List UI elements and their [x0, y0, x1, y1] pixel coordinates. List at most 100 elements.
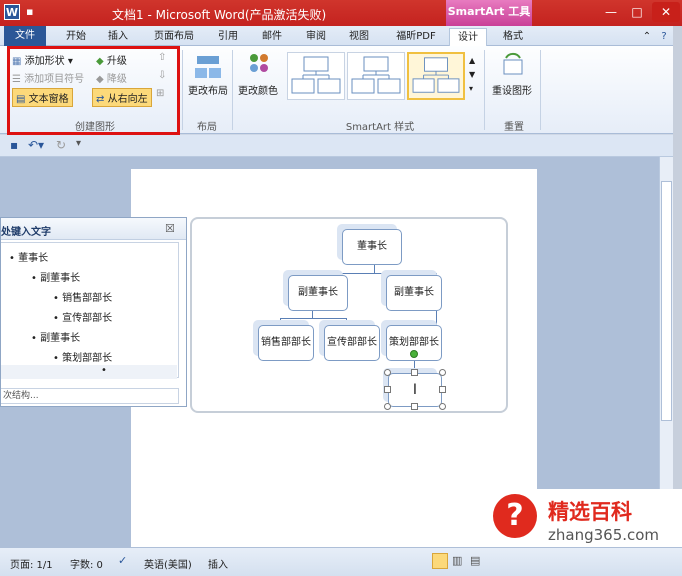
redo-icon[interactable]: ↻: [56, 138, 66, 152]
web-layout-icon[interactable]: ▤: [470, 554, 480, 567]
question-logo-icon: ?: [493, 494, 537, 538]
smartart-frame[interactable]: 董事长 副董事长 副董事长 销售部部长 宣传部部长 策划部部长 I: [190, 217, 508, 413]
tab-foxit-pdf[interactable]: 福昕PDF: [388, 28, 444, 46]
org-node-new-empty[interactable]: I: [388, 373, 442, 407]
quick-access-toolbar: ▪ ↶▾ ↻ ▾: [0, 135, 682, 157]
tab-review[interactable]: 审阅: [298, 28, 334, 46]
connector-line: [312, 273, 436, 274]
reset-graphic-button[interactable]: 重设图形: [492, 82, 532, 97]
tab-insert[interactable]: 插入: [100, 28, 136, 46]
smartart-style-3-selected[interactable]: [407, 52, 465, 100]
text-cursor: I: [412, 382, 418, 398]
text-pane: 处键入文字 ☒ • 董事长 • 副董事长 • 销售部部长 • 宣传部部长 • 副…: [0, 217, 187, 407]
smartart-style-2[interactable]: [347, 52, 405, 100]
resize-handle[interactable]: [411, 369, 418, 376]
resize-handle[interactable]: [439, 386, 446, 393]
list-item-text: 董事长: [18, 253, 49, 264]
window-title: 文档1 - Microsoft Word(产品激活失败): [112, 8, 327, 22]
customize-toolbar-icon[interactable]: ▾: [76, 138, 81, 149]
org-node-chairman[interactable]: 董事长: [342, 229, 402, 265]
status-bar: 页面: 1/1 字数: 0 ✓ 英语(美国) 插入 ▥ ▤: [0, 547, 682, 576]
tab-mailings[interactable]: 邮件: [254, 28, 290, 46]
text-pane-header: 处键入文字 ☒: [1, 218, 186, 240]
tab-design[interactable]: 设计: [449, 28, 487, 47]
resize-handle[interactable]: [384, 369, 391, 376]
resize-handle[interactable]: [411, 403, 418, 410]
highlight-frame: [7, 46, 180, 135]
smartart-tools-tab: SmartArt 工具: [446, 0, 532, 26]
ribbon-separator: [540, 50, 541, 130]
ribbon-separator: [484, 50, 485, 130]
change-layout-button[interactable]: 更改布局: [188, 82, 228, 97]
list-item[interactable]: • 销售部部长: [53, 289, 112, 304]
save-icon[interactable]: ▪: [10, 138, 18, 152]
ribbon-separator: [182, 50, 183, 130]
maximize-icon[interactable]: □: [624, 2, 650, 22]
tab-references[interactable]: 引用: [210, 28, 246, 46]
list-item-text: 策划部部长: [62, 353, 113, 364]
language-indicator[interactable]: 英语(美国): [144, 556, 192, 571]
minimize-icon[interactable]: —: [598, 2, 624, 22]
list-item[interactable]: • 副董事长: [31, 269, 80, 284]
list-item-text: 副董事长: [40, 333, 81, 344]
list-item[interactable]: • 副董事长: [31, 329, 80, 344]
change-colors-icon[interactable]: [246, 52, 272, 81]
list-item[interactable]: • 宣传部部长: [53, 309, 112, 324]
tab-page-layout[interactable]: 页面布局: [148, 28, 200, 46]
reset-group-label: 重置: [504, 122, 524, 133]
tab-home[interactable]: 开始: [58, 28, 94, 46]
text-pane-close-icon[interactable]: ☒: [165, 222, 175, 235]
proofing-icon[interactable]: ✓: [118, 554, 127, 567]
resize-handle[interactable]: [439, 403, 446, 410]
full-screen-reading-icon[interactable]: ▥: [452, 554, 462, 567]
tab-format[interactable]: 格式: [494, 28, 532, 46]
resize-handle[interactable]: [439, 369, 446, 376]
word-count[interactable]: 字数: 0: [70, 556, 103, 571]
smartart-styles-group-label: SmartArt 样式: [345, 122, 415, 133]
reset-graphic-icon[interactable]: [500, 52, 526, 81]
close-icon[interactable]: ✕: [652, 2, 680, 22]
watermark-url: zhang365.com: [548, 526, 660, 544]
change-colors-button[interactable]: 更改颜色: [238, 82, 278, 97]
gallery-scroll-icons[interactable]: ▲ ▼ ▾: [469, 54, 479, 96]
text-pane-title: 处键入文字: [1, 227, 51, 238]
list-item-text: 宣传部部长: [62, 313, 113, 324]
org-node-marketing-head[interactable]: 宣传部部长: [324, 325, 380, 361]
connector-line: [280, 318, 281, 325]
scrollbar-thumb[interactable]: [661, 181, 672, 421]
connector-line: [280, 318, 346, 319]
list-item-selected[interactable]: •: [1, 365, 177, 379]
title-bar: [0, 0, 682, 26]
connector-line: [374, 265, 375, 273]
layout-group-label: 布局: [197, 122, 217, 133]
insert-mode-indicator[interactable]: 插入: [208, 556, 228, 571]
ribbon-tab-bar: 文件 开始 插入 页面布局 引用 邮件 审阅 视图 福昕PDF 设计 格式 ⌃ …: [0, 26, 682, 47]
org-node-sales-head[interactable]: 销售部部长: [258, 325, 314, 361]
resize-handle[interactable]: [384, 386, 391, 393]
connector-line: [346, 318, 347, 325]
ribbon-collapse-icon[interactable]: ⌃: [640, 28, 654, 46]
resize-handle[interactable]: [384, 403, 391, 410]
text-pane-list[interactable]: • 董事长 • 副董事长 • 销售部部长 • 宣传部部长 • 副董事长 • 策划…: [1, 242, 179, 379]
connector-line: [312, 311, 313, 318]
page-count[interactable]: 页面: 1/1: [10, 556, 53, 571]
watermark-brand: 精选百科: [548, 499, 632, 524]
print-layout-icon[interactable]: [432, 553, 448, 569]
list-item-text: 销售部部长: [62, 293, 113, 304]
help-icon[interactable]: ?: [657, 28, 671, 46]
save-icon[interactable]: ▪: [26, 5, 33, 18]
rotate-handle[interactable]: [410, 350, 418, 358]
list-item[interactable]: • 策划部部长: [53, 349, 112, 364]
ribbon-separator: [232, 50, 233, 130]
smartart-style-1[interactable]: [287, 52, 345, 100]
list-item-text: 副董事长: [40, 273, 81, 284]
org-node-vice-chairman[interactable]: 副董事长: [288, 275, 348, 311]
connector-line: [436, 311, 437, 325]
word-app-icon[interactable]: W: [4, 4, 20, 20]
text-pane-footer[interactable]: 次结构...: [1, 388, 179, 404]
tab-view[interactable]: 视图: [341, 28, 377, 46]
list-item[interactable]: • 董事长: [9, 249, 48, 264]
tab-file[interactable]: 文件: [4, 26, 46, 46]
org-node-vice-chairman[interactable]: 副董事长: [386, 275, 442, 311]
undo-icon[interactable]: ↶▾: [28, 138, 44, 152]
